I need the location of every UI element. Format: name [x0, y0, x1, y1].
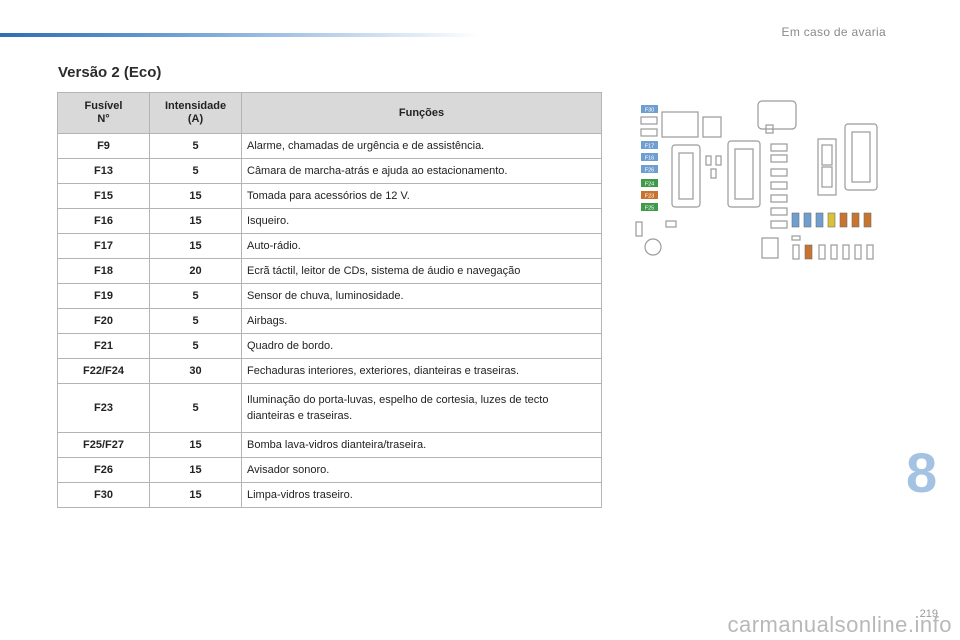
chapter-number: 8 [906, 441, 938, 504]
header-accent-bar [0, 33, 480, 37]
function-cell: Fechaduras interiores, exteriores, diant… [241, 358, 602, 384]
fuse-slot-label: F26 [645, 167, 654, 173]
section-title: Versão 2 (Eco) [58, 64, 162, 81]
header-functions: Funções [241, 92, 602, 134]
table-row: F23 5 Iluminação do porta-luvas, espelho d… [57, 383, 602, 433]
function-cell: Bomba lava-vidros dianteira/traseira. [241, 432, 602, 458]
fuse-number-cell: F25/F27 [57, 432, 150, 458]
header-fuse: Fusível N° [57, 92, 150, 134]
fuse-table: Fusível N° Intensidade (A) Funções F9 5 Al… [57, 92, 602, 508]
fuse-number-cell: F22/F24 [57, 358, 150, 384]
fuse-slot-label: F16 [645, 155, 654, 161]
function-cell: Quadro de bordo. [241, 333, 602, 359]
amperage-cell: 5 [149, 158, 242, 184]
fuse-box-diagram: F30 F17 F16 F26 F24 F23 F25 [635, 100, 878, 260]
table-row: F13 5 Câmara de marcha-atrás e ajuda ao es… [57, 158, 602, 184]
table-row: F9 5 Alarme, chamadas de urgência e de ass… [57, 133, 602, 159]
fuse-number-cell: F15 [57, 183, 150, 209]
table-row: F15 15 Tomada para acessórios de 12 V. [57, 183, 602, 209]
fuse-slot-label: F23 [645, 193, 654, 199]
header-amps: Intensidade (A) [149, 92, 242, 134]
function-cell: Isqueiro. [241, 208, 602, 234]
amperage-cell: 15 [149, 208, 242, 234]
amperage-cell: 15 [149, 482, 242, 508]
function-cell: Câmara de marcha-atrás e ajuda ao estaci… [241, 158, 602, 184]
amperage-cell: 20 [149, 258, 242, 284]
fuse-number-cell: F9 [57, 133, 150, 159]
amperage-cell: 15 [149, 457, 242, 483]
function-cell: Auto-rádio. [241, 233, 602, 259]
fuse-number-cell: F23 [57, 383, 150, 433]
function-cell: Iluminação do porta-luvas, espelho de co… [241, 383, 602, 433]
table-row: F17 15 Auto-rádio. [57, 233, 602, 259]
chapter-header: Em caso de avaria [781, 25, 886, 39]
amperage-cell: 5 [149, 383, 242, 433]
fuse-slot-label: F24 [645, 181, 654, 187]
table-row: F19 5 Sensor de chuva, luminosidade. [57, 283, 602, 309]
function-cell: Limpa-vidros traseiro. [241, 482, 602, 508]
table-header-row: Fusível N° Intensidade (A) Funções [57, 92, 602, 134]
fuse-slot-label: F17 [645, 143, 654, 149]
table-row: F18 20 Ecrã táctil, leitor de CDs, sistema… [57, 258, 602, 284]
fuse-number-cell: F16 [57, 208, 150, 234]
table-row: F22/F24 30 Fechaduras interiores, exterior… [57, 358, 602, 384]
amperage-cell: 15 [149, 233, 242, 259]
amperage-cell: 15 [149, 183, 242, 209]
fuse-number-cell: F18 [57, 258, 150, 284]
fuse-number-cell: F13 [57, 158, 150, 184]
fuse-number-cell: F21 [57, 333, 150, 359]
fuse-slot-label: F25 [645, 205, 654, 211]
table-row: F26 15 Avisador sonoro. [57, 457, 602, 483]
table-row: F16 15 Isqueiro. [57, 208, 602, 234]
function-cell: Avisador sonoro. [241, 457, 602, 483]
function-cell: Tomada para acessórios de 12 V. [241, 183, 602, 209]
fuse-number-cell: F19 [57, 283, 150, 309]
table-row: F30 15 Limpa-vidros traseiro. [57, 482, 602, 508]
fuse-number-cell: F26 [57, 457, 150, 483]
function-cell: Airbags. [241, 308, 602, 334]
function-cell: Ecrã táctil, leitor de CDs, sistema de á… [241, 258, 602, 284]
amperage-cell: 5 [149, 283, 242, 309]
amperage-cell: 5 [149, 133, 242, 159]
fuse-number-cell: F17 [57, 233, 150, 259]
fuse-number-cell: F20 [57, 308, 150, 334]
amperage-cell: 5 [149, 333, 242, 359]
fuse-number-cell: F30 [57, 482, 150, 508]
amperage-cell: 5 [149, 308, 242, 334]
fuse-slot-label: F30 [645, 107, 654, 113]
table-row: F21 5 Quadro de bordo. [57, 333, 602, 359]
table-row: F25/F27 15 Bomba lava-vidros dianteira/tra… [57, 432, 602, 458]
watermark: carmanualsonline.info [727, 612, 952, 637]
function-cell: Alarme, chamadas de urgência e de assist… [241, 133, 602, 159]
function-cell: Sensor de chuva, luminosidade. [241, 283, 602, 309]
amperage-cell: 30 [149, 358, 242, 384]
table-row: F20 5 Airbags. [57, 308, 602, 334]
amperage-cell: 15 [149, 432, 242, 458]
